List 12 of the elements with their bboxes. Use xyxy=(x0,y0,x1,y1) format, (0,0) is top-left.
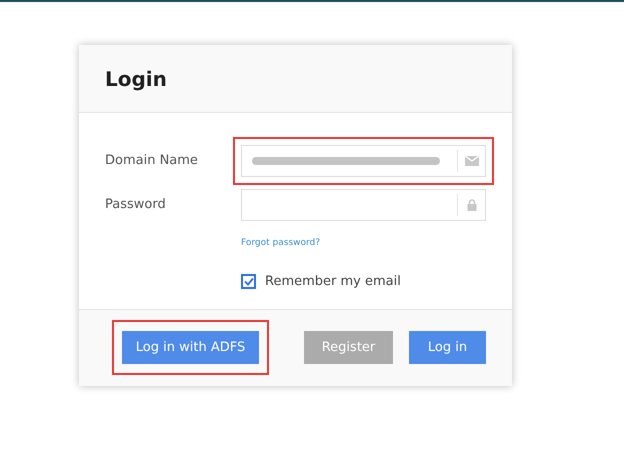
remember-checkbox[interactable] xyxy=(241,274,256,290)
envelope-icon xyxy=(464,156,478,166)
checkbox-label: Remember my email xyxy=(265,273,401,291)
login-button[interactable]: Log in xyxy=(409,331,486,364)
forgot-password-link[interactable]: Forgot password? xyxy=(241,238,320,248)
adfs-login-button[interactable]: Log in with ADFS xyxy=(122,331,259,364)
domain-field[interactable] xyxy=(241,145,486,177)
password-field[interactable] xyxy=(241,189,486,221)
field-label: Domain Name xyxy=(105,152,199,170)
lock-icon xyxy=(466,199,476,211)
field-label: Password xyxy=(105,196,167,214)
dialog-title: Login xyxy=(105,66,167,92)
